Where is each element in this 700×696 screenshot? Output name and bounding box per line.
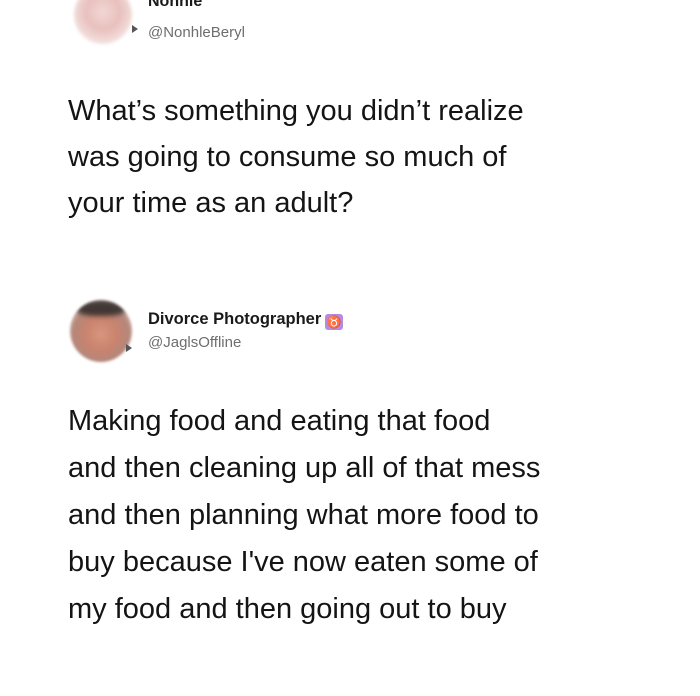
tweet-text-line: What’s something you didn’t realize [68,95,524,127]
zodiac-badge-icon: ♉ [325,314,344,330]
tweet-text-line: and then planning what more food to [68,499,539,531]
tweet-text-line: buy because I've now eaten some of [68,546,538,578]
author-display-name-text: Divorce Photographer [148,310,322,328]
tweet-text-line: and then cleaning up all of that mess [68,452,541,484]
screenshot: { "tweets": [ { "author": { "display_nam… [0,0,700,696]
avatar[interactable] [70,300,132,362]
tweet-text-line: was going to consume so much of [68,141,507,173]
chevron-right-icon [126,344,132,352]
author-display-name[interactable]: Divorce Photographer ♉ [148,310,344,330]
author-display-name[interactable]: Nonhle [148,0,202,11]
tweet-text-line: Making food and eating that food [68,405,491,437]
tweet-text: Making food and eating that food and the… [68,398,668,633]
tweet-text-line: your time as an adult? [68,187,354,219]
tweet-text-line: my food and then going out to buy [68,593,507,625]
avatar[interactable] [74,0,132,44]
author-handle[interactable]: @NonhleBeryl [148,24,245,41]
author-handle[interactable]: @JaglsOffline [148,334,241,351]
tweet-text: What’s something you didn’t realize was … [68,88,668,226]
chevron-right-icon [132,25,138,33]
